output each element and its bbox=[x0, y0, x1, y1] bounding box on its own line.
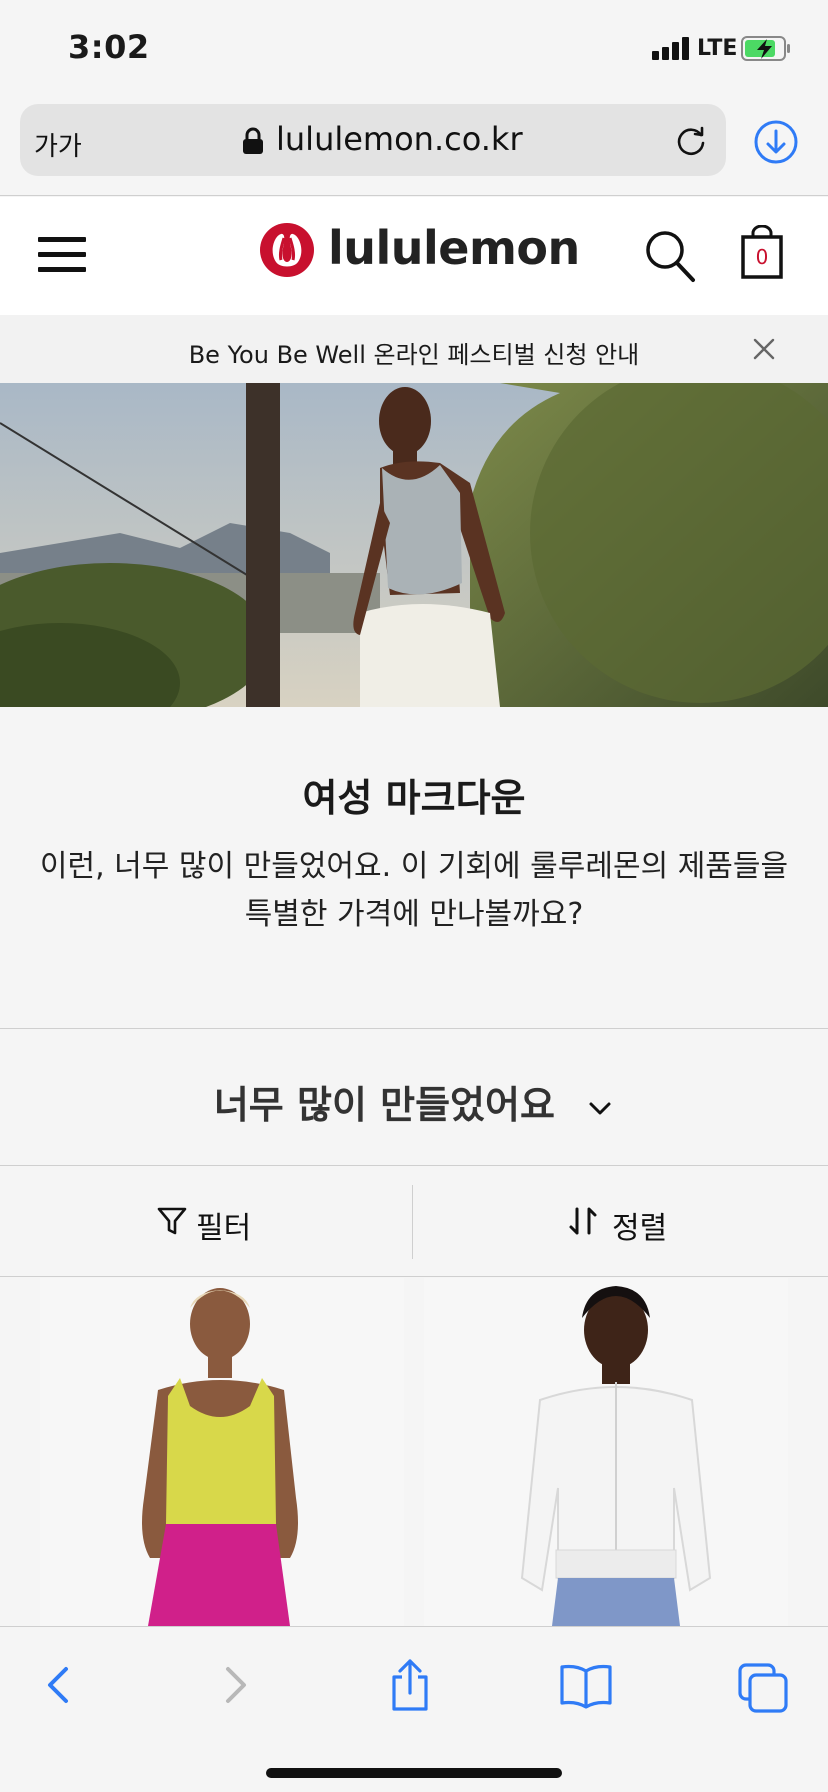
filter-button[interactable]: 필터 bbox=[0, 1167, 411, 1277]
cart-count: 0 bbox=[755, 245, 769, 269]
product-card[interactable] bbox=[40, 1278, 404, 1626]
category-label-text: 너무 많이 만들었어요 bbox=[213, 1083, 555, 1127]
tabs-icon[interactable] bbox=[734, 1655, 794, 1715]
announcement-bar[interactable]: Be You Be Well 온라인 페스티벌 신청 안내 bbox=[0, 315, 828, 383]
home-indicator[interactable] bbox=[266, 1768, 562, 1778]
chevron-down-icon bbox=[589, 1102, 611, 1114]
shopping-bag-button[interactable]: 0 bbox=[740, 224, 784, 279]
product-image[interactable] bbox=[424, 1278, 788, 1626]
cellular-signal-icon bbox=[652, 36, 690, 60]
product-grid bbox=[0, 1278, 828, 1626]
reload-icon[interactable] bbox=[674, 124, 708, 158]
page-intro: 여성 마크다운 이런, 너무 많이 만들었어요. 이 기회에 룰루레몬의 제품들… bbox=[0, 707, 828, 1029]
text-size-button[interactable]: 가가 bbox=[34, 126, 82, 163]
page-title: 여성 마크다운 bbox=[302, 776, 526, 820]
hero-illustration bbox=[0, 383, 828, 707]
book-icon[interactable] bbox=[556, 1655, 616, 1715]
browser-address-bar: 가가 lululemon.co.kr bbox=[0, 100, 828, 196]
battery-charging-icon bbox=[741, 36, 790, 61]
product-image[interactable] bbox=[40, 1278, 404, 1626]
announcement-text[interactable]: Be You Be Well 온라인 페스티벌 신청 안내 bbox=[0, 335, 828, 370]
search-icon[interactable] bbox=[644, 229, 696, 283]
product-card[interactable] bbox=[424, 1278, 788, 1626]
lock-icon bbox=[243, 127, 263, 154]
chevron-right-icon[interactable] bbox=[206, 1655, 266, 1715]
url-field[interactable]: 가가 lululemon.co.kr bbox=[20, 104, 726, 176]
filter-sort-bar: 필터 정렬 bbox=[0, 1167, 828, 1277]
share-icon[interactable] bbox=[380, 1655, 440, 1715]
category-dropdown-label[interactable]: 너무 많이 만들었어요 bbox=[0, 1074, 828, 1129]
brand-name[interactable]: lululemon bbox=[328, 221, 580, 275]
site-header: lululemon 0 bbox=[0, 197, 828, 315]
download-icon[interactable] bbox=[752, 118, 800, 166]
hero-image bbox=[0, 383, 828, 707]
page-description: 이런, 너무 많이 만들었어요. 이 기회에 룰루레몬의 제품들을 특별한 가격… bbox=[39, 849, 789, 932]
status-time: 3:02 bbox=[68, 28, 150, 66]
lululemon-logo-icon[interactable] bbox=[259, 222, 315, 278]
chevron-left-icon[interactable] bbox=[28, 1655, 88, 1715]
browser-toolbar bbox=[0, 1626, 828, 1792]
status-bar: 3:02 LTE bbox=[0, 0, 828, 100]
network-type: LTE bbox=[697, 36, 738, 61]
category-dropdown[interactable]: 너무 많이 만들었어요 bbox=[0, 1030, 828, 1166]
hamburger-menu-icon[interactable] bbox=[38, 235, 86, 275]
sort-label: 정렬 bbox=[612, 1211, 668, 1246]
filter-icon bbox=[157, 1207, 187, 1235]
filter-label: 필터 bbox=[196, 1211, 252, 1246]
close-icon[interactable] bbox=[752, 337, 776, 361]
sort-icon bbox=[569, 1207, 597, 1235]
sort-button[interactable]: 정렬 bbox=[413, 1167, 824, 1277]
url-text[interactable]: lululemon.co.kr bbox=[276, 120, 523, 158]
